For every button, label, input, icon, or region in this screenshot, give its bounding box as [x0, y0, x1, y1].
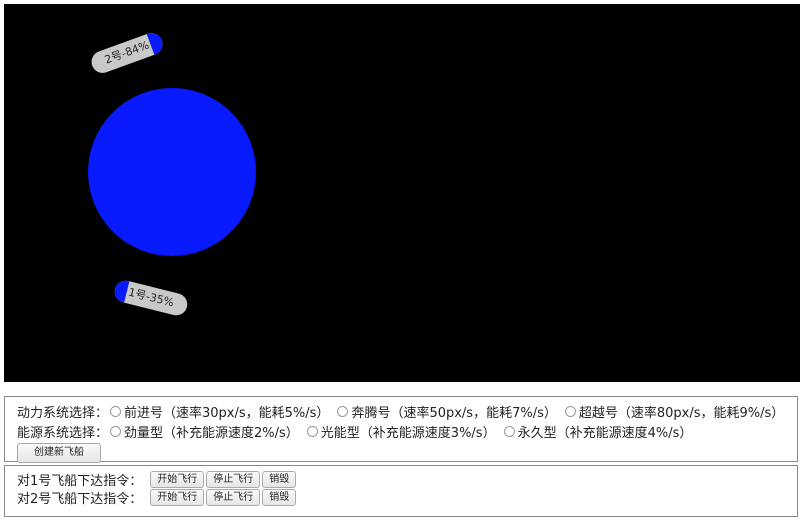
command-row-label: 对1号飞船下达指令： [17, 473, 143, 489]
create-ship-panel: 动力系统选择： 前进号（速率30px/s，能耗5%/s） 奔腾号（速率50px/… [4, 396, 798, 463]
radio-button[interactable] [110, 425, 122, 437]
command-row-label: 对2号飞船下达指令： [17, 491, 143, 507]
power-option-qianjin[interactable]: 前进号（速率30px/s，能耗5%/s） [110, 402, 329, 421]
radio-button[interactable] [337, 405, 349, 417]
command-panel: 对1号飞船下达指令： 开始飞行 停止飞行 销毁 对2号飞船下达指令： 开始飞行 … [4, 465, 798, 517]
power-option-label: 前进号（速率30px/s，能耗5%/s） [124, 405, 330, 421]
radio-button[interactable] [110, 405, 122, 417]
ship-label: 2号-84% [102, 38, 151, 67]
radio-button[interactable] [306, 425, 318, 437]
space-canvas: 2号-84% 1号-35% [4, 4, 800, 382]
energy-option-jinliang[interactable]: 劲量型（补充能源速度2%/s） [110, 422, 299, 441]
destroy-button[interactable]: 销毁 [262, 470, 297, 488]
power-system-row: 动力系统选择： 前进号（速率30px/s，能耗5%/s） 奔腾号（速率50px/… [17, 401, 797, 421]
power-option-chaoyue[interactable]: 超越号（速率80px/s，能耗9%/s） [564, 402, 785, 421]
command-row-ship-1: 对1号飞船下达指令： 开始飞行 停止飞行 销毁 [17, 470, 797, 489]
energy-option-label: 光能型（补充能源速度3%/s） [320, 425, 496, 441]
radio-button[interactable] [503, 425, 515, 437]
stop-flight-button[interactable]: 停止飞行 [206, 488, 261, 506]
destroy-button[interactable]: 销毁 [262, 488, 297, 506]
energy-system-label: 能源系统选择： [17, 425, 109, 441]
energy-system-row: 能源系统选择： 劲量型（补充能源速度2%/s） 光能型（补充能源速度3%/s） … [17, 421, 797, 441]
create-ship-button[interactable]: 创建新飞船 [17, 443, 101, 463]
ship-label: 1号-35% [127, 285, 176, 310]
energy-option-label: 劲量型（补充能源速度2%/s） [124, 425, 299, 441]
power-option-label: 奔腾号（速率50px/s，能耗7%/s） [351, 405, 557, 421]
energy-option-guangneng[interactable]: 光能型（补充能源速度3%/s） [306, 422, 496, 441]
radio-button[interactable] [564, 405, 576, 417]
start-flight-button[interactable]: 开始飞行 [150, 488, 205, 506]
command-row-ship-2: 对2号飞船下达指令： 开始飞行 停止飞行 销毁 [17, 488, 797, 507]
planet [88, 88, 256, 256]
spaceship-2: 2号-84% [88, 30, 166, 76]
spaceship-1: 1号-35% [112, 278, 190, 318]
stop-flight-button[interactable]: 停止飞行 [206, 470, 261, 488]
start-flight-button[interactable]: 开始飞行 [150, 470, 205, 488]
energy-option-label: 永久型（补充能源速度4%/s） [517, 425, 693, 441]
power-option-benteng[interactable]: 奔腾号（速率50px/s，能耗7%/s） [337, 402, 557, 421]
energy-option-yongjiu[interactable]: 永久型（补充能源速度4%/s） [503, 422, 693, 441]
power-option-label: 超越号（速率80px/s，能耗9%/s） [578, 405, 785, 421]
power-system-label: 动力系统选择： [17, 405, 109, 421]
